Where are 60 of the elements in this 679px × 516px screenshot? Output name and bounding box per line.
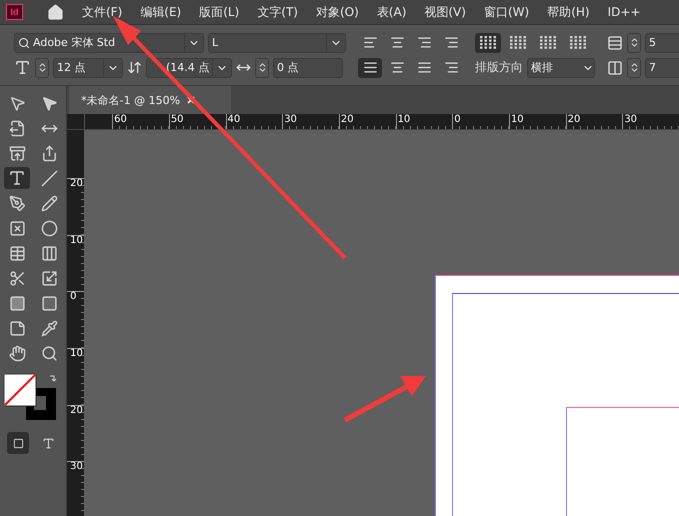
menu-item[interactable]: 编辑(E) bbox=[140, 4, 182, 20]
align-icon bbox=[362, 60, 378, 75]
size-field[interactable]: 12 点 bbox=[53, 58, 123, 78]
menu-item[interactable]: 对象(O) bbox=[316, 4, 359, 20]
container-format-icon[interactable] bbox=[7, 432, 30, 454]
style-field[interactable]: L bbox=[208, 32, 346, 52]
align-icon bbox=[416, 35, 432, 50]
ruler-label: 20 bbox=[566, 114, 622, 129]
rows-field[interactable]: 5 bbox=[645, 32, 679, 52]
spinner[interactable] bbox=[255, 58, 269, 78]
leading-field[interactable]: (14.4 点 bbox=[146, 58, 232, 78]
menu-item[interactable]: 版面(L) bbox=[199, 4, 240, 20]
ruler-label: 20 bbox=[67, 178, 84, 235]
ruler-label: 30 bbox=[622, 114, 679, 129]
rows-icon bbox=[607, 34, 623, 50]
align-icon bbox=[390, 60, 404, 75]
type-icon[interactable] bbox=[4, 167, 30, 189]
menu-item[interactable]: ID++ bbox=[608, 5, 640, 19]
home-icon bbox=[47, 4, 64, 20]
menu-item[interactable]: 视图(V) bbox=[424, 4, 466, 20]
spinner[interactable] bbox=[627, 32, 641, 52]
menu-item[interactable]: 文件(F) bbox=[82, 4, 122, 20]
align-button[interactable] bbox=[358, 58, 382, 78]
menu-item[interactable]: 帮助(H) bbox=[547, 4, 590, 20]
font-size-icon bbox=[14, 59, 31, 76]
grid-icon bbox=[569, 36, 587, 50]
search-icon bbox=[18, 36, 30, 48]
align-icon bbox=[444, 35, 458, 50]
grid-icon bbox=[479, 36, 497, 50]
menu-item[interactable]: 文字(T) bbox=[257, 4, 298, 20]
align-icon bbox=[390, 35, 404, 50]
align-icon bbox=[444, 60, 458, 75]
ruler-label: 30 bbox=[282, 114, 339, 129]
app-logo: Id bbox=[6, 4, 23, 20]
menu-item[interactable]: 窗口(W) bbox=[484, 4, 530, 20]
columns-field[interactable]: 7 bbox=[645, 58, 679, 78]
ruler-label: 0 bbox=[67, 291, 84, 348]
direction-select[interactable]: 横排 bbox=[527, 58, 595, 78]
grid-icon bbox=[509, 36, 527, 50]
spinner[interactable] bbox=[35, 58, 49, 78]
ruler-label: 20 bbox=[338, 114, 396, 129]
ruler-label: 50 bbox=[168, 114, 226, 129]
columns-icon bbox=[607, 60, 623, 76]
close-icon bbox=[186, 95, 196, 105]
spinner[interactable] bbox=[627, 58, 641, 78]
tracking-field[interactable]: 0 点 bbox=[273, 58, 343, 78]
leading-icon bbox=[127, 60, 142, 75]
ruler-label: 10 bbox=[508, 114, 566, 129]
document-tab[interactable]: *未命名-1 @ 150% bbox=[69, 86, 232, 114]
ruler-label: 10 bbox=[396, 114, 452, 129]
ruler-label: 60 bbox=[112, 114, 169, 129]
font-field[interactable]: Adobe 宋体 Std bbox=[14, 32, 204, 52]
grid-icon bbox=[539, 36, 557, 50]
direction-label: 排版方向 bbox=[475, 59, 523, 76]
ruler-label: 10 bbox=[67, 348, 84, 405]
menu-item[interactable]: 表(A) bbox=[376, 4, 406, 20]
align-icon bbox=[416, 60, 432, 75]
align-icon bbox=[362, 35, 378, 50]
grid-button[interactable] bbox=[475, 32, 501, 52]
ruler-label: 0 bbox=[452, 114, 509, 129]
